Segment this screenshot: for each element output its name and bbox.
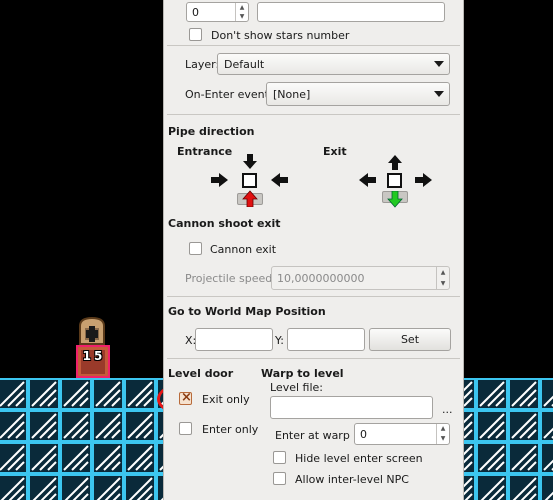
worldmap-x-field[interactable]: [195, 328, 273, 351]
ground-tile: [60, 410, 92, 442]
enter-warp-spinbox[interactable]: 0 ▲ ▼: [354, 423, 450, 445]
exit-center-box: [387, 173, 402, 188]
ground-tile: [92, 442, 124, 474]
projectile-speed-field[interactable]: 10,0000000000 ▲ ▼: [271, 266, 450, 290]
ground-tile: [124, 410, 156, 442]
door-object[interactable]: 15: [76, 316, 110, 378]
ground-tile: [540, 442, 553, 474]
arrow-left-icon[interactable]: [358, 172, 376, 188]
warp-to-level-title: Warp to level: [261, 367, 344, 380]
cannon-title: Cannon shoot exit: [168, 217, 281, 230]
entrance-direction-widget: [210, 154, 290, 210]
exit-direction-widget: [356, 154, 436, 210]
stars-spin-buttons[interactable]: ▲ ▼: [235, 3, 248, 21]
ground-tile: [508, 442, 540, 474]
exit-only-label: Exit only: [202, 393, 250, 406]
ground-tile: [92, 378, 124, 410]
separator: [167, 358, 460, 359]
y-label: Y:: [275, 334, 284, 347]
enter-only-label: Enter only: [202, 423, 259, 436]
exit-only-checkbox[interactable]: [179, 390, 192, 405]
ground-tile: [476, 474, 508, 500]
separator: [167, 296, 460, 297]
arrow-down-icon[interactable]: [242, 154, 258, 170]
hide-stars-label: Don't show stars number: [211, 29, 350, 42]
separator: [167, 45, 460, 46]
arrow-right-icon[interactable]: [415, 172, 433, 188]
door-icon: [76, 316, 110, 378]
ground-tile: [92, 474, 124, 500]
worldmap-y-field[interactable]: [287, 328, 365, 351]
chevron-down-icon: [434, 61, 444, 67]
allow-npc-label: Allow inter-level NPC: [295, 473, 409, 486]
arrow-right-icon[interactable]: [211, 172, 229, 188]
cannon-exit-checkbox[interactable]: [189, 242, 202, 255]
ground-tile: [124, 474, 156, 500]
layer-label: Layer:: [185, 58, 220, 71]
layer-combobox[interactable]: Default: [217, 53, 450, 75]
ground-tile: [0, 378, 28, 410]
set-button[interactable]: Set: [369, 328, 451, 351]
ground-tile: [92, 410, 124, 442]
stars-text-field[interactable]: [257, 2, 445, 22]
enter-warp-label: Enter at warp #: [275, 429, 363, 442]
ground-tile: [540, 378, 553, 410]
ground-tile: [28, 474, 60, 500]
level-file-label: Level file:: [270, 381, 323, 394]
properties-panel: 0 ▲ ▼ Don't show stars number Layer: Defa…: [163, 0, 464, 500]
allow-npc-checkbox[interactable]: [273, 472, 286, 485]
ground-tile: [124, 442, 156, 474]
warp-spin-buttons[interactable]: ▲ ▼: [436, 424, 449, 444]
ground-tile: [28, 410, 60, 442]
entrance-center-box: [242, 173, 257, 188]
speed-spin-buttons[interactable]: ▲ ▼: [436, 267, 449, 289]
ground-tile: [508, 378, 540, 410]
on-enter-combobox[interactable]: [None]: [266, 82, 450, 106]
ground-tile: [476, 410, 508, 442]
separator: [167, 114, 460, 115]
level-file-field[interactable]: [270, 396, 433, 419]
ground-tile: [60, 442, 92, 474]
projectile-speed-label: Projectile speed:: [185, 272, 276, 285]
level-door-title: Level door: [168, 367, 234, 380]
ground-tile: [508, 474, 540, 500]
ground-tile: [28, 378, 60, 410]
ground-tile: [508, 410, 540, 442]
ground-tile: [124, 378, 156, 410]
ground-tile: [476, 442, 508, 474]
enter-only-checkbox[interactable]: [179, 422, 192, 435]
arrow-left-icon[interactable]: [270, 172, 288, 188]
ground-tile: [0, 442, 28, 474]
on-enter-label: On-Enter event:: [185, 88, 273, 101]
hide-stars-checkbox[interactable]: [189, 28, 202, 41]
ground-tile: [0, 410, 28, 442]
browse-button[interactable]: ...: [442, 403, 453, 416]
ground-tile: [476, 378, 508, 410]
hide-enter-screen-label: Hide level enter screen: [295, 452, 423, 465]
arrow-up-icon[interactable]: [387, 154, 403, 170]
hide-enter-screen-checkbox[interactable]: [273, 451, 286, 464]
pipe-direction-title: Pipe direction: [168, 125, 255, 138]
arrow-down-icon[interactable]: [387, 191, 403, 208]
arrow-up-icon[interactable]: [242, 190, 258, 207]
ground-tile: [540, 474, 553, 500]
ground-tile: [28, 442, 60, 474]
ground-tile: [0, 474, 28, 500]
ground-tile: [60, 474, 92, 500]
stars-spinbox[interactable]: 0 ▲ ▼: [186, 2, 249, 22]
ground-tile: [540, 410, 553, 442]
ground-tile: [60, 378, 92, 410]
exit-label: Exit: [323, 145, 347, 158]
stars-value: 0: [192, 5, 199, 19]
cannon-exit-label: Cannon exit: [210, 243, 277, 256]
chevron-down-icon: [434, 91, 444, 97]
worldmap-title: Go to World Map Position: [168, 305, 326, 318]
warp-number-label: 15: [82, 349, 106, 363]
